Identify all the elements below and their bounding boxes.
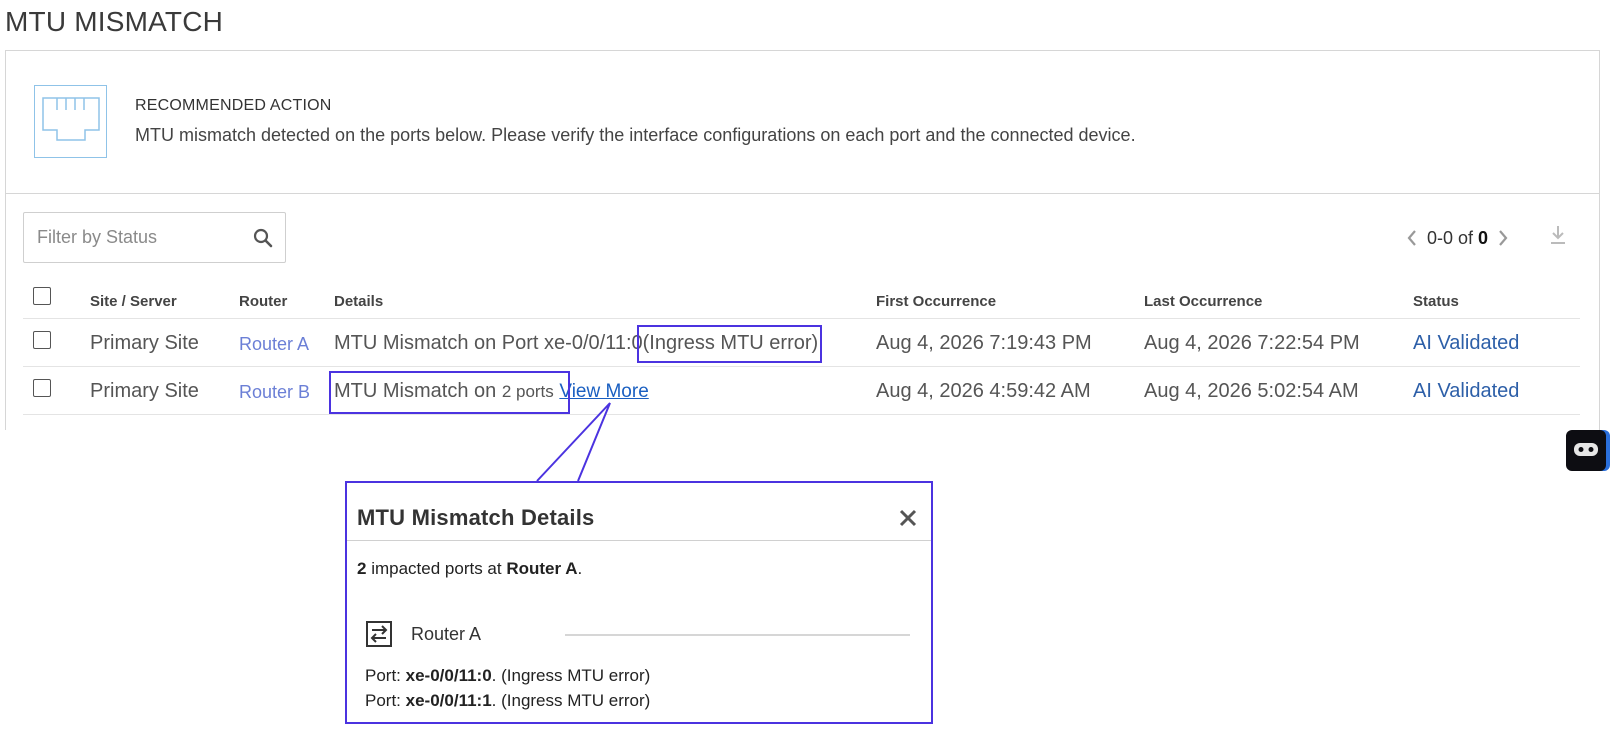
popup-divider [347,540,931,541]
router-name: Router A [411,624,482,644]
port-entry: Port: xe-0/0/11:1. (Ingress MTU error) [365,691,651,710]
switch-arrows-icon [365,620,393,648]
chatbot-icon[interactable] [1565,429,1610,472]
popup-summary: 2 impacted ports at Router A. [357,559,583,578]
router-divider [565,634,910,636]
popup-title: MTU Mismatch Details [357,505,595,530]
router-row: Router A [365,620,920,650]
port-entry: Port: xe-0/0/11:0. (Ingress MTU error) [365,666,651,685]
close-icon[interactable] [897,507,919,529]
mtu-details-popup: MTU Mismatch Details 2 impacted ports at… [345,481,933,724]
